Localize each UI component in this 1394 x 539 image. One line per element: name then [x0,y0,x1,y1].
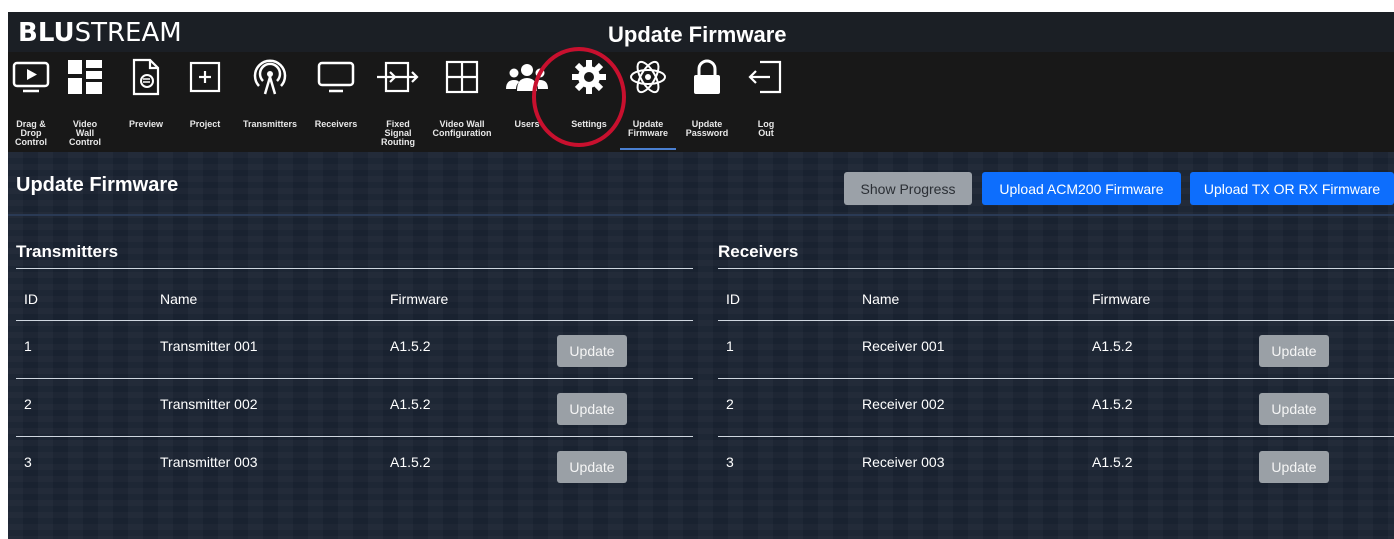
tool-label: Receivers [314,119,358,129]
tool-transmitters[interactable]: Transmitters [234,52,306,152]
upload-acm200-firmware-button[interactable]: Upload ACM200 Firmware [982,172,1181,205]
row-name: Transmitter 001 [160,338,258,354]
tool-label: Update Firmware [627,119,669,138]
tool-label: Project [189,119,221,129]
tool-label: Preview [128,119,164,129]
main-content: Update Firmware Show Progress Upload ACM… [8,152,1394,539]
broadcast-tower-icon [253,59,287,95]
document-preview-icon [132,58,160,96]
row-firmware: A1.5.2 [1092,396,1133,412]
tool-preview[interactable]: Preview [116,52,176,152]
row-firmware: A1.5.2 [1092,454,1133,470]
row-id: 3 [24,454,32,470]
tool-update-password[interactable]: Update Password [678,52,736,152]
row-firmware: A1.5.2 [390,396,431,412]
col-name: Name [160,291,198,307]
table-row: 2 Receiver 002 A1.5.2 Update [718,379,1394,437]
tool-video-wall-control[interactable]: Video Wall Control [54,52,116,152]
row-name: Receiver 003 [862,454,945,470]
users-highlight-circle [532,47,626,147]
row-name: Receiver 001 [862,338,945,354]
app-title: Update Firmware [608,22,787,47]
row-firmware: A1.5.2 [390,454,431,470]
table-row: 3 Transmitter 003 A1.5.2 Update [16,437,693,495]
table-row: 3 Receiver 003 A1.5.2 Update [718,437,1394,495]
tool-label: Users [514,119,540,129]
tool-receivers[interactable]: Receivers [306,52,366,152]
toolbar: Drag & Drop Control Video Wall Control P… [8,52,1394,152]
logo-light: STREAM [74,18,182,48]
receivers-title: Receivers [718,239,1394,269]
page-header: Update Firmware Show Progress Upload ACM… [8,152,1394,216]
tool-update-firmware[interactable]: Update Firmware [618,52,678,152]
row-firmware: A1.5.2 [390,338,431,354]
row-id: 1 [24,338,32,354]
row-name: Transmitter 002 [160,396,258,412]
update-button[interactable]: Update [1259,393,1329,425]
table-row: 2 Transmitter 002 A1.5.2 Update [16,379,693,437]
tool-label: Drag & Drop Control [15,119,47,147]
blustream-logo: BLU STREAM [18,18,182,48]
tool-label: Transmitters [242,119,298,129]
plus-square-icon [189,61,221,93]
display-icon [317,61,355,93]
transmitters-panel: Transmitters ID Name Firmware 1 Transmit… [16,239,693,495]
table-row: 1 Receiver 001 A1.5.2 Update [718,321,1394,379]
row-name: Transmitter 003 [160,454,258,470]
grid-four-icon [445,60,479,94]
update-button[interactable]: Update [1259,451,1329,483]
update-button[interactable]: Update [557,335,627,367]
page-title: Update Firmware [16,174,179,196]
app-window: BLU STREAM Update Firmware Drag & Drop C… [8,12,1394,539]
tool-video-wall-configuration[interactable]: Video Wall Configuration [430,52,494,152]
tool-drag-drop-control[interactable]: Drag & Drop Control [8,52,54,152]
video-wall-grid-icon [68,60,102,94]
tool-label: Update Password [685,119,729,138]
col-id: ID [726,291,740,307]
row-name: Receiver 002 [862,396,945,412]
tool-log-out[interactable]: Log Out [736,52,796,152]
col-firmware: Firmware [390,291,449,307]
atom-icon [630,60,666,94]
row-id: 3 [726,454,734,470]
lock-icon [694,59,720,94]
row-id: 1 [726,338,734,354]
table-header: ID Name Firmware [718,269,1394,321]
table-header: ID Name Firmware [16,269,693,321]
row-firmware: A1.5.2 [1092,338,1133,354]
tool-label: Video Wall Configuration [432,119,492,138]
col-firmware: Firmware [1092,291,1151,307]
tool-project[interactable]: Project [176,52,234,152]
update-button[interactable]: Update [1259,335,1329,367]
tool-label: Log Out [757,119,775,138]
tool-fixed-signal-routing[interactable]: Fixed Signal Routing [366,52,430,152]
update-button[interactable]: Update [557,451,627,483]
top-bar: BLU STREAM Update Firmware [8,12,1394,52]
upload-tx-rx-firmware-button[interactable]: Upload TX OR RX Firmware [1190,172,1394,205]
receivers-panel: Receivers ID Name Firmware 1 Receiver 00… [718,239,1394,495]
transmitters-title: Transmitters [16,239,693,269]
monitor-play-icon [12,61,50,93]
row-id: 2 [24,396,32,412]
update-button[interactable]: Update [557,393,627,425]
row-id: 2 [726,396,734,412]
table-row: 1 Transmitter 001 A1.5.2 Update [16,321,693,379]
tool-label: Video Wall Control [69,119,101,147]
logout-icon [748,60,782,94]
logo-bold: BLU [18,18,75,48]
tool-label: Fixed Signal Routing [381,119,415,147]
col-name: Name [862,291,900,307]
show-progress-button[interactable]: Show Progress [844,172,972,205]
routing-arrows-icon [377,61,419,93]
col-id: ID [24,291,38,307]
